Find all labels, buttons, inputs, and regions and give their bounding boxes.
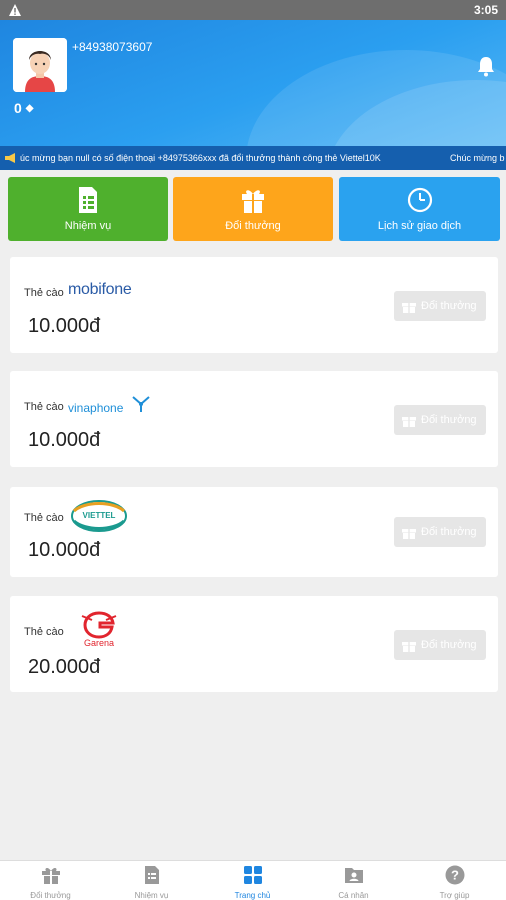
card-garena: Thẻ cào Garena 20.000đ Đổi thưởng — [10, 596, 498, 692]
bell-icon[interactable] — [476, 55, 496, 77]
bottom-navigation: Đổi thưởng Nhiệm vụ Trang chủ Cá nhân ? … — [0, 860, 506, 900]
redeem-label: Đổi thưởng — [421, 300, 477, 312]
gift-icon — [41, 867, 60, 884]
history-button-label: Lịch sử giao dịch — [377, 220, 462, 232]
announcement-marquee: úc mừng bạn null có số điện thoại +84975… — [0, 146, 506, 170]
status-bar: 3:05 — [0, 0, 506, 20]
nav-profile[interactable]: Cá nhân — [303, 861, 404, 900]
megaphone-icon — [5, 153, 15, 163]
clock-icon — [407, 187, 432, 213]
card-label: Thẻ cào — [24, 401, 64, 413]
nav-home[interactable]: Trang chủ — [202, 861, 303, 900]
task-icon — [144, 866, 159, 884]
avatar-image — [13, 38, 67, 92]
redeem-card-button[interactable]: Đổi thưởng — [394, 630, 486, 660]
redeem-button[interactable]: Đổi thưởng — [173, 177, 333, 241]
card-mobifone: Thẻ cào mobifone 10.000đ Đổi thưởng — [10, 257, 498, 353]
card-label: Thẻ cào — [24, 512, 64, 524]
phone-number: +84938073607 — [72, 40, 153, 54]
redeem-card-button[interactable]: Đổi thưởng — [394, 405, 486, 435]
nav-tasks[interactable]: Nhiệm vụ — [101, 861, 202, 900]
home-grid-icon — [243, 866, 262, 884]
avatar[interactable] — [13, 38, 67, 92]
history-button[interactable]: Lịch sử giao dịch — [339, 177, 500, 241]
card-amount: 10.000đ — [28, 315, 101, 337]
nav-label: Đổi thưởng — [30, 891, 71, 900]
marquee-text: úc mừng bạn null có số điện thoại +84975… — [20, 153, 381, 163]
card-vinaphone: Thẻ cào vinaphone 10.000đ Đổi thưởng — [10, 371, 498, 467]
gift-icon — [242, 190, 264, 213]
tasks-button[interactable]: Nhiệm vụ — [8, 177, 168, 241]
gift-icon — [402, 303, 416, 313]
marquee-text-next: Chúc mừng b — [450, 153, 505, 163]
tasks-button-label: Nhiệm vụ — [64, 220, 112, 232]
nav-redeem[interactable]: Đổi thưởng — [0, 861, 101, 900]
nav-label: Nhiệm vụ — [134, 891, 169, 900]
points-value: 0 — [14, 100, 22, 116]
redeem-card-button[interactable]: Đổi thưởng — [394, 517, 486, 547]
nav-help[interactable]: ? Trợ giúp — [404, 861, 505, 900]
redeem-label: Đổi thưởng — [421, 526, 477, 538]
gift-icon — [402, 417, 416, 427]
nav-label: Cá nhân — [338, 891, 369, 900]
help-icon: ? — [445, 865, 464, 885]
nav-label: Trợ giúp — [439, 891, 470, 900]
profile-header: +84938073607 0 ◆ — [0, 20, 506, 146]
diamond-icon: ◆ — [25, 103, 34, 114]
vinaphone-star-icon — [132, 396, 150, 412]
quick-actions: Nhiệm vụ Đổi thưởng Lịch sử giao dịch — [8, 177, 500, 241]
garena-logo: Garena — [80, 610, 118, 648]
viettel-logo: VIETTEL — [71, 499, 127, 533]
gift-icon — [402, 529, 416, 539]
profile-icon — [344, 868, 363, 883]
nav-label: Trang chủ — [234, 891, 271, 900]
redeem-label: Đổi thưởng — [421, 414, 477, 426]
redeem-card-button[interactable]: Đổi thưởng — [394, 291, 486, 321]
card-label: Thẻ cào — [24, 287, 64, 299]
clock: 3:05 — [473, 3, 498, 17]
warning-icon — [9, 4, 21, 16]
card-amount: 10.000đ — [28, 429, 101, 451]
card-amount: 10.000đ — [28, 539, 101, 561]
vinaphone-logo: vinaphone — [68, 401, 124, 415]
gift-icon — [402, 642, 416, 652]
card-viettel: Thẻ cào VIETTEL 10.000đ Đổi thưởng — [10, 487, 498, 577]
redeem-button-label: Đổi thưởng — [225, 220, 281, 232]
card-amount: 20.000đ — [28, 656, 101, 678]
card-label: Thẻ cào — [24, 626, 64, 638]
svg-text:?: ? — [451, 868, 459, 883]
points-balance: 0 ◆ — [14, 100, 34, 116]
redeem-label: Đổi thưởng — [421, 639, 477, 651]
task-document-icon — [79, 187, 97, 213]
mobifone-logo: mobifone — [68, 281, 132, 298]
